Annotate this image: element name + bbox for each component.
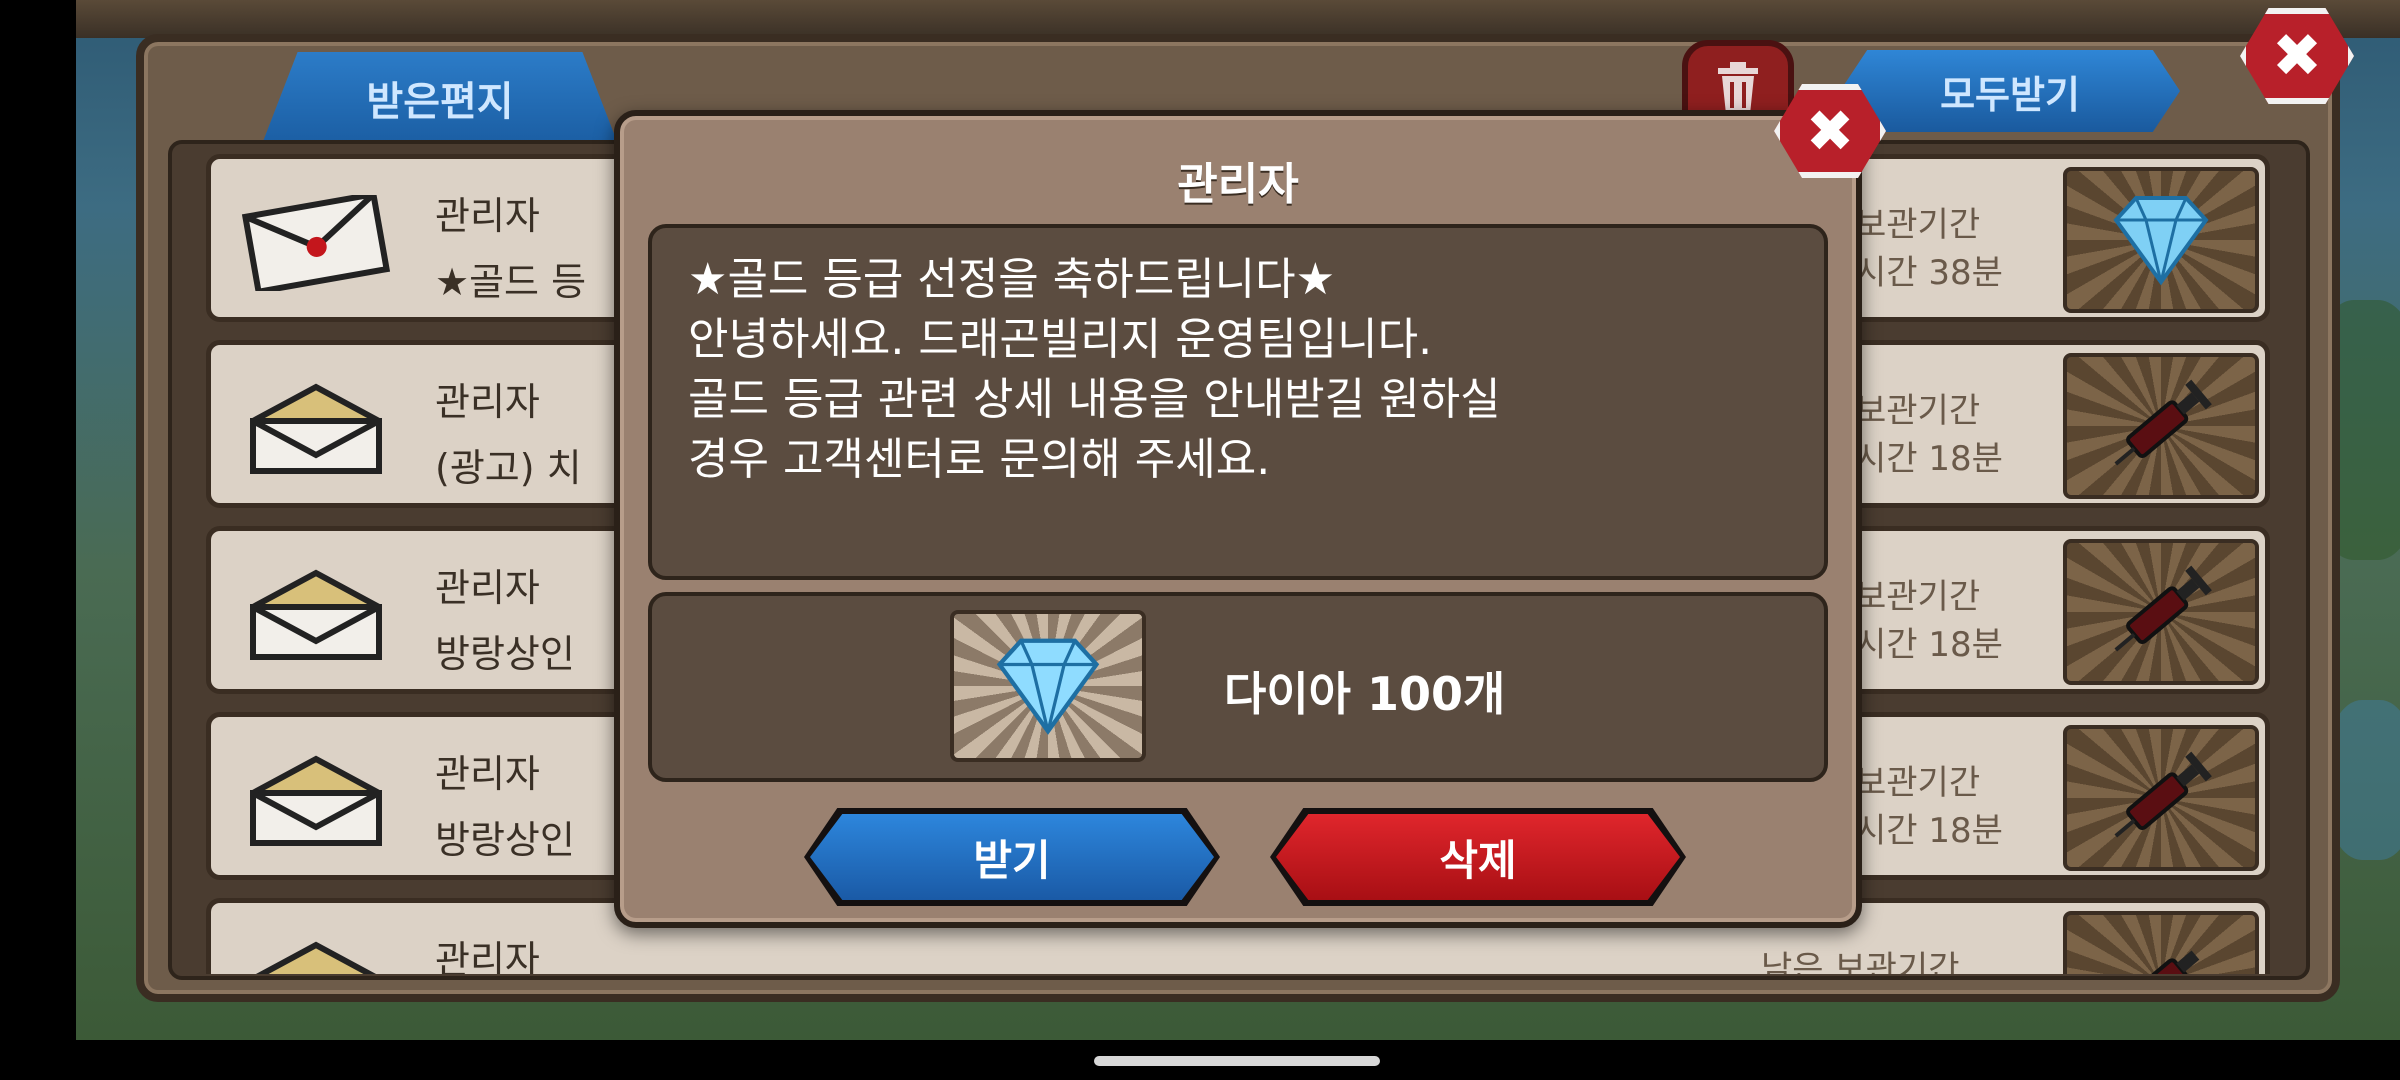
- mail-expire-label: 남은 보관기간: [1761, 949, 1960, 974]
- opened-envelope-icon: [250, 569, 382, 660]
- mail-subject: 방랑상인: [435, 818, 575, 862]
- opened-envelope-icon: [250, 383, 382, 474]
- message-box: ★골드 등급 선정을 축하드립니다★ 안녕하세요. 드래곤빌리지 운영팀입니다.…: [648, 224, 1828, 580]
- sealed-envelope-icon: [241, 195, 391, 291]
- mail-expire-time: 시간 18분: [1855, 439, 2003, 479]
- close-icon: ✖: [2271, 21, 2323, 91]
- mail-sender: 관리자: [435, 194, 540, 238]
- tab-inbox[interactable]: 받은편지: [262, 52, 618, 144]
- mail-detail-popup: 관리자 ★골드 등급 선정을 축하드립니다★ 안녕하세요. 드래곤빌리지 운영팀…: [614, 110, 1862, 928]
- syringe-icon: [2126, 950, 2200, 974]
- mail-subject: (광고) 치: [435, 446, 582, 490]
- popup-title: 관리자: [1177, 159, 1299, 210]
- mail-item-slot: [2063, 353, 2259, 499]
- syringe-icon: [2114, 751, 2212, 838]
- message-line: 안녕하세요. 드래곤빌리지 운영팀입니다.: [688, 314, 1433, 365]
- mail-expire-time: 시간 38분: [1855, 253, 2003, 293]
- home-indicator[interactable]: [1094, 1056, 1380, 1066]
- mail-expire-time: 시간 18분: [1855, 625, 2003, 665]
- mail-expire-time: 시간 18분: [1855, 811, 2003, 851]
- top-hud-strip: [76, 0, 2400, 38]
- mail-sender: 관리자: [435, 752, 540, 796]
- trash-icon: [1718, 62, 1758, 114]
- reward-text: 다이아 100개: [1224, 667, 1506, 721]
- opened-envelope-icon: [255, 941, 377, 974]
- mail-sender: 관리자: [435, 566, 540, 610]
- reward-box: 다이아 100개: [648, 592, 1828, 782]
- syringe-icon: [2114, 379, 2212, 466]
- diamond-icon: [996, 638, 1100, 735]
- message-line: 경우 고객센터로 문의해 주세요.: [688, 434, 1271, 485]
- mail-item-slot: [2063, 725, 2259, 871]
- mail-expire-label: 보관기간: [1855, 205, 1981, 245]
- delete-button[interactable]: 삭제: [1276, 814, 1680, 900]
- mail-item-slot: [2063, 167, 2259, 313]
- receive-button[interactable]: 받기: [810, 814, 1214, 900]
- mail-item-slot: [2063, 539, 2259, 685]
- diamond-icon: [2113, 196, 2209, 286]
- opened-envelope-icon: [250, 755, 382, 846]
- message-line: 골드 등급 관련 상세 내용을 안내받길 원하실: [688, 374, 1501, 425]
- mail-expire-label: 보관기간: [1855, 763, 1981, 803]
- reward-item-slot: [950, 610, 1146, 762]
- mail-sender: 관리자: [435, 938, 540, 974]
- mail-subject: 방랑상인: [435, 632, 575, 676]
- take-all-button[interactable]: 모두받기: [1840, 50, 2180, 132]
- close-icon: ✖: [1805, 97, 1855, 165]
- syringe-icon: [2114, 565, 2212, 652]
- mail-expire-label: 보관기간: [1855, 391, 1981, 431]
- mail-item-slot: [2063, 911, 2259, 974]
- message-line: ★골드 등급 선정을 축하드립니다★: [688, 254, 1336, 305]
- mail-subject: ★골드 등: [435, 260, 587, 304]
- mail-sender: 관리자: [435, 380, 540, 424]
- mail-expire-label: 보관기간: [1855, 577, 1981, 617]
